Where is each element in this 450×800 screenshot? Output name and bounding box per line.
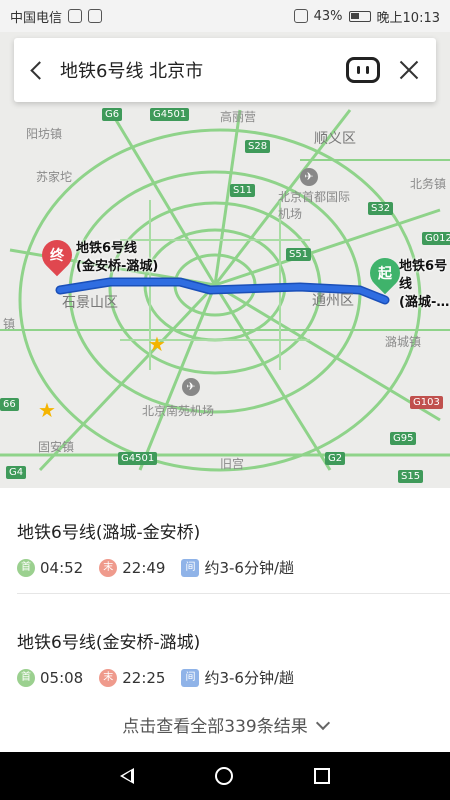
interval-tag: 间 [181,668,200,687]
battery-percent: 43% [313,8,343,24]
divider [17,593,450,594]
chevron-down-icon [315,715,330,731]
view-all-label: 点击查看全部339条结果 [122,717,308,737]
first-train-time: 04:52 [40,558,84,577]
search-query[interactable]: 地铁6号线 北京市 [58,57,346,83]
road-shield-66: 66 [0,398,19,411]
interval-text: 约3-6分钟/趟 [204,669,295,687]
road-shield-g4501: G4501 [150,108,190,121]
result-item[interactable]: 地铁6号线(金安桥-潞城) 首 05:08 末 22:25 间 约3-6分钟/趟 [0,628,450,688]
interval-tag: 间 [181,558,200,577]
poi-star-icon[interactable]: ★ [148,332,166,356]
last-train-time: 22:49 [122,558,166,577]
map-label-gucun: 固安镇 [38,440,75,454]
signal-icon [68,9,83,23]
end-pin-icon: 终 [35,233,79,278]
map-label-tongzhou: 通州区 [312,293,354,309]
last-train-tag: 末 [99,668,118,687]
result-title: 地铁6号线(潞城-金安桥) [17,523,201,543]
search-bar[interactable]: 地铁6号线 北京市 [14,38,436,102]
road-shield-s28: S28 [245,140,271,153]
map-label-zhen: 镇 [3,317,16,331]
road-shield-s32: S32 [368,202,394,215]
poi-star-icon[interactable]: ★ [38,398,56,422]
map-label-shijingshan: 石景山区 [62,295,118,311]
voice-assistant-button[interactable] [346,57,380,83]
last-train-time: 22:25 [122,668,166,687]
map-label-shunyi: 顺义区 [314,131,356,147]
road-shield-g2: G2 [325,452,346,465]
results-panel: 地铁6号线(潞城-金安桥) 首 04:52 末 22:49 间 约3-6分钟/趟… [0,488,450,752]
road-shield-s51: S51 [286,248,312,261]
location-icon [293,9,308,23]
start-pin-icon: 起 [363,251,407,296]
system-nav-bar [0,752,450,800]
road-shield-g012: G012 [422,232,450,245]
airport-icon[interactable]: ✈ [300,168,318,186]
map-label-beiwu: 北务镇 [410,177,447,191]
first-train-tag: 首 [17,668,35,687]
road-shield-g4: G4 [6,466,27,479]
nav-back-icon[interactable] [120,768,135,784]
start-station-label: 地铁6号线 (潞城-… [399,259,450,310]
map-label-capital-airport: 北京首都国际机场 [278,190,351,221]
map-label-luchengzhen: 潞城镇 [385,335,422,349]
last-train-tag: 末 [99,558,118,577]
back-button[interactable] [14,38,58,102]
first-train-tag: 首 [17,558,35,577]
end-station-marker[interactable]: 终 地铁6号线 (金安桥-潞城) [35,233,159,278]
road-shield-g103: G103 [410,396,443,409]
map-label-sujiatuo: 苏家坨 [36,170,73,184]
battery-icon [348,10,371,22]
close-button[interactable] [398,59,420,81]
road-shield-s11: S11 [230,184,256,197]
map-label-yangfang: 阳坊镇 [26,127,63,141]
road-shield-g6: G6 [102,108,123,121]
road-shield-g95: G95 [390,432,417,445]
interval-text: 约3-6分钟/趟 [204,559,295,577]
clock: 晚上10:13 [376,10,440,26]
result-item[interactable]: 地铁6号线(潞城-金安桥) 首 04:52 末 22:49 间 约3-6分钟/趟 [0,518,450,578]
start-station-marker[interactable]: 起 地铁6号线 (潞城-… [363,251,450,312]
road-shield-s15: S15 [398,470,424,483]
airport-icon[interactable]: ✈ [182,378,200,396]
nav-home-icon[interactable] [214,767,233,785]
end-station-label: 地铁6号线 (金安桥-潞城) [76,241,159,274]
map-label-gaoliying: 高丽营 [220,110,257,124]
map-label-nanyuan-airport: 北京南苑机场 [142,404,215,418]
chevron-left-icon [29,60,49,80]
view-all-results-button[interactable]: 点击查看全部339条结果 [0,712,450,737]
nav-recents-icon[interactable] [313,768,330,784]
first-train-time: 05:08 [40,668,84,687]
carrier-label: 中国电信 [10,10,63,26]
status-bar: 中国电信 43% 晚上10:13 [0,0,450,32]
wifi-icon [88,9,103,23]
road-shield-g4501-south: G4501 [118,452,158,465]
map-label-jiuxian: 旧宫 [220,457,245,471]
result-title: 地铁6号线(金安桥-潞城) [17,633,201,653]
